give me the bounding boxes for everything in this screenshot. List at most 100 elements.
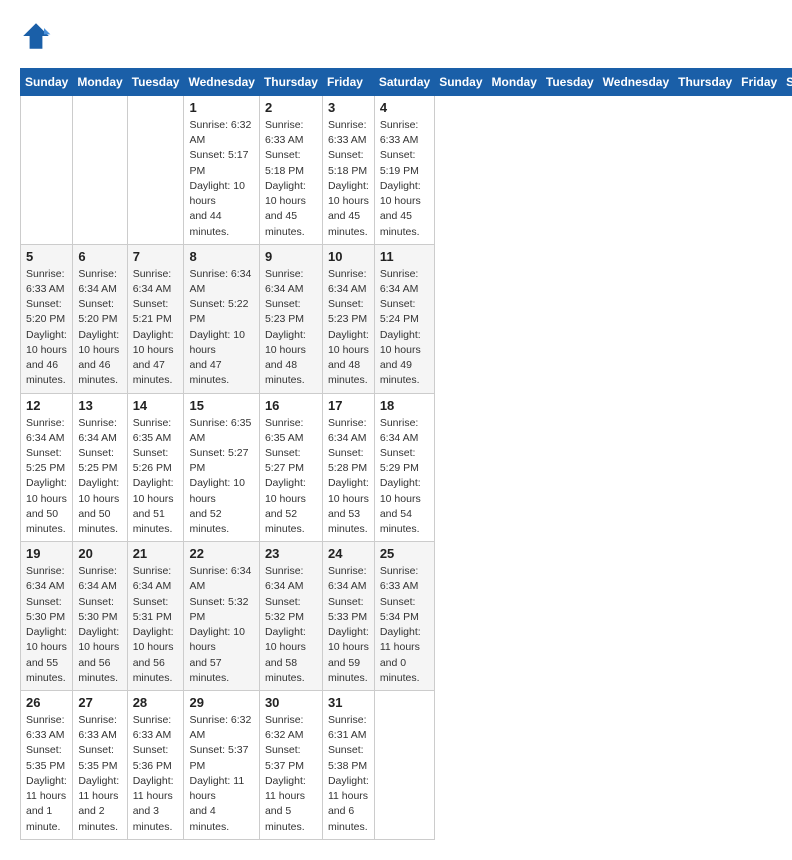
day-info: Sunrise: 6:31 AM Sunset: 5:38 PM Dayligh… [328,713,369,835]
day-info: Sunrise: 6:34 AM Sunset: 5:28 PM Dayligh… [328,416,369,538]
calendar-day-cell: 5Sunrise: 6:33 AM Sunset: 5:20 PM Daylig… [21,244,73,393]
day-of-week-header: Thursday [674,69,737,96]
day-of-week-header: Tuesday [541,69,598,96]
day-number: 15 [189,398,253,413]
calendar-day-cell: 18Sunrise: 6:34 AM Sunset: 5:29 PM Dayli… [374,393,434,542]
logo-icon [20,20,52,52]
calendar-day-cell: 19Sunrise: 6:34 AM Sunset: 5:30 PM Dayli… [21,542,73,691]
day-info: Sunrise: 6:33 AM Sunset: 5:19 PM Dayligh… [380,118,429,240]
calendar-day-cell: 21Sunrise: 6:34 AM Sunset: 5:31 PM Dayli… [127,542,184,691]
day-info: Sunrise: 6:35 AM Sunset: 5:27 PM Dayligh… [189,416,253,538]
calendar-day-cell [374,691,434,840]
calendar-day-cell: 6Sunrise: 6:34 AM Sunset: 5:20 PM Daylig… [73,244,127,393]
day-info: Sunrise: 6:33 AM Sunset: 5:35 PM Dayligh… [78,713,121,835]
day-number: 4 [380,100,429,115]
day-number: 28 [133,695,179,710]
day-info: Sunrise: 6:33 AM Sunset: 5:18 PM Dayligh… [328,118,369,240]
calendar-day-cell: 29 Sunrise: 6:32 AM Sunset: 5:37 PM Dayli… [184,691,259,840]
day-info: Sunrise: 6:34 AM Sunset: 5:20 PM Dayligh… [78,267,121,389]
day-number: 1 [189,100,253,115]
day-info: Sunrise: 6:34 AM Sunset: 5:32 PM Dayligh… [189,564,253,686]
day-of-week-header: Friday [322,69,374,96]
logo [20,20,56,52]
day-number: 3 [328,100,369,115]
day-info: Sunrise: 6:34 AM Sunset: 5:24 PM Dayligh… [380,267,429,389]
day-of-week-header: Tuesday [127,69,184,96]
day-of-week-header: Saturday [782,69,792,96]
day-number: 13 [78,398,121,413]
calendar-week-row: 19Sunrise: 6:34 AM Sunset: 5:30 PM Dayli… [21,542,792,691]
day-of-week-header: Saturday [374,69,434,96]
day-info: Sunrise: 6:35 AM Sunset: 5:26 PM Dayligh… [133,416,179,538]
day-info: Sunrise: 6:32 AM Sunset: 5:37 PM Dayligh… [189,713,253,835]
calendar-day-cell: 24Sunrise: 6:34 AM Sunset: 5:33 PM Dayli… [322,542,374,691]
calendar-week-row: 1Sunrise: 6:32 AM Sunset: 5:17 PM Daylig… [21,96,792,245]
day-info: Sunrise: 6:34 AM Sunset: 5:23 PM Dayligh… [328,267,369,389]
calendar-day-cell: 12 Sunrise: 6:34 AM Sunset: 5:25 PM Dayli… [21,393,73,542]
day-info: Sunrise: 6:34 AM Sunset: 5:31 PM Dayligh… [133,564,179,686]
day-number: 22 [189,546,253,561]
day-info: Sunrise: 6:33 AM Sunset: 5:34 PM Dayligh… [380,564,429,686]
calendar-day-cell: 28 Sunrise: 6:33 AM Sunset: 5:36 PM Dayli… [127,691,184,840]
calendar-day-cell: 10 Sunrise: 6:34 AM Sunset: 5:23 PM Dayli… [322,244,374,393]
calendar-day-cell: 13 Sunrise: 6:34 AM Sunset: 5:25 PM Dayli… [73,393,127,542]
day-number: 16 [265,398,317,413]
day-number: 17 [328,398,369,413]
calendar-week-row: 26 Sunrise: 6:33 AM Sunset: 5:35 PM Dayli… [21,691,792,840]
calendar-week-row: 12 Sunrise: 6:34 AM Sunset: 5:25 PM Dayli… [21,393,792,542]
calendar-week-row: 5Sunrise: 6:33 AM Sunset: 5:20 PM Daylig… [21,244,792,393]
calendar-day-cell [73,96,127,245]
day-number: 18 [380,398,429,413]
calendar-day-cell: 3 Sunrise: 6:33 AM Sunset: 5:18 PM Daylig… [322,96,374,245]
day-info: Sunrise: 6:32 AM Sunset: 5:37 PM Dayligh… [265,713,317,835]
calendar-day-cell: 9 Sunrise: 6:34 AM Sunset: 5:23 PM Daylig… [259,244,322,393]
day-number: 9 [265,249,317,264]
day-number: 14 [133,398,179,413]
day-number: 26 [26,695,67,710]
calendar-day-cell: 25 Sunrise: 6:33 AM Sunset: 5:34 PM Dayli… [374,542,434,691]
calendar-day-cell: 30Sunrise: 6:32 AM Sunset: 5:37 PM Dayli… [259,691,322,840]
day-of-week-header: Thursday [259,69,322,96]
day-number: 20 [78,546,121,561]
day-info: Sunrise: 6:34 AM Sunset: 5:25 PM Dayligh… [78,416,121,538]
page-header [20,20,772,52]
calendar-day-cell: 4 Sunrise: 6:33 AM Sunset: 5:19 PM Daylig… [374,96,434,245]
day-of-week-header: Friday [737,69,782,96]
calendar-day-cell: 14 Sunrise: 6:35 AM Sunset: 5:26 PM Dayli… [127,393,184,542]
day-number: 27 [78,695,121,710]
calendar-day-cell: 7Sunrise: 6:34 AM Sunset: 5:21 PM Daylig… [127,244,184,393]
day-of-week-header: Wednesday [184,69,259,96]
calendar-day-cell [127,96,184,245]
day-number: 12 [26,398,67,413]
day-info: Sunrise: 6:34 AM Sunset: 5:25 PM Dayligh… [26,416,67,538]
day-number: 10 [328,249,369,264]
day-of-week-header: Monday [73,69,127,96]
day-of-week-header: Sunday [21,69,73,96]
day-info: Sunrise: 6:33 AM Sunset: 5:18 PM Dayligh… [265,118,317,240]
calendar-day-cell [21,96,73,245]
calendar-day-cell: 1Sunrise: 6:32 AM Sunset: 5:17 PM Daylig… [184,96,259,245]
calendar-day-cell: 22 Sunrise: 6:34 AM Sunset: 5:32 PM Dayli… [184,542,259,691]
calendar-day-cell: 27 Sunrise: 6:33 AM Sunset: 5:35 PM Dayli… [73,691,127,840]
day-info: Sunrise: 6:33 AM Sunset: 5:20 PM Dayligh… [26,267,67,389]
day-number: 25 [380,546,429,561]
day-number: 2 [265,100,317,115]
day-number: 31 [328,695,369,710]
calendar-day-cell: 16Sunrise: 6:35 AM Sunset: 5:27 PM Dayli… [259,393,322,542]
day-info: Sunrise: 6:34 AM Sunset: 5:33 PM Dayligh… [328,564,369,686]
day-info: Sunrise: 6:34 AM Sunset: 5:32 PM Dayligh… [265,564,317,686]
calendar-day-cell: 11Sunrise: 6:34 AM Sunset: 5:24 PM Dayli… [374,244,434,393]
calendar-day-cell: 2 Sunrise: 6:33 AM Sunset: 5:18 PM Daylig… [259,96,322,245]
calendar-day-cell: 17 Sunrise: 6:34 AM Sunset: 5:28 PM Dayli… [322,393,374,542]
day-number: 29 [189,695,253,710]
day-info: Sunrise: 6:33 AM Sunset: 5:35 PM Dayligh… [26,713,67,835]
day-info: Sunrise: 6:34 AM Sunset: 5:23 PM Dayligh… [265,267,317,389]
day-number: 23 [265,546,317,561]
day-of-week-header: Monday [487,69,541,96]
calendar-day-cell: 8Sunrise: 6:34 AM Sunset: 5:22 PM Daylig… [184,244,259,393]
day-info: Sunrise: 6:33 AM Sunset: 5:36 PM Dayligh… [133,713,179,835]
day-info: Sunrise: 6:34 AM Sunset: 5:30 PM Dayligh… [78,564,121,686]
calendar-header-row: SundayMondayTuesdayWednesdayThursdayFrid… [21,69,792,96]
calendar-day-cell: 26 Sunrise: 6:33 AM Sunset: 5:35 PM Dayli… [21,691,73,840]
calendar-day-cell: 23 Sunrise: 6:34 AM Sunset: 5:32 PM Dayli… [259,542,322,691]
